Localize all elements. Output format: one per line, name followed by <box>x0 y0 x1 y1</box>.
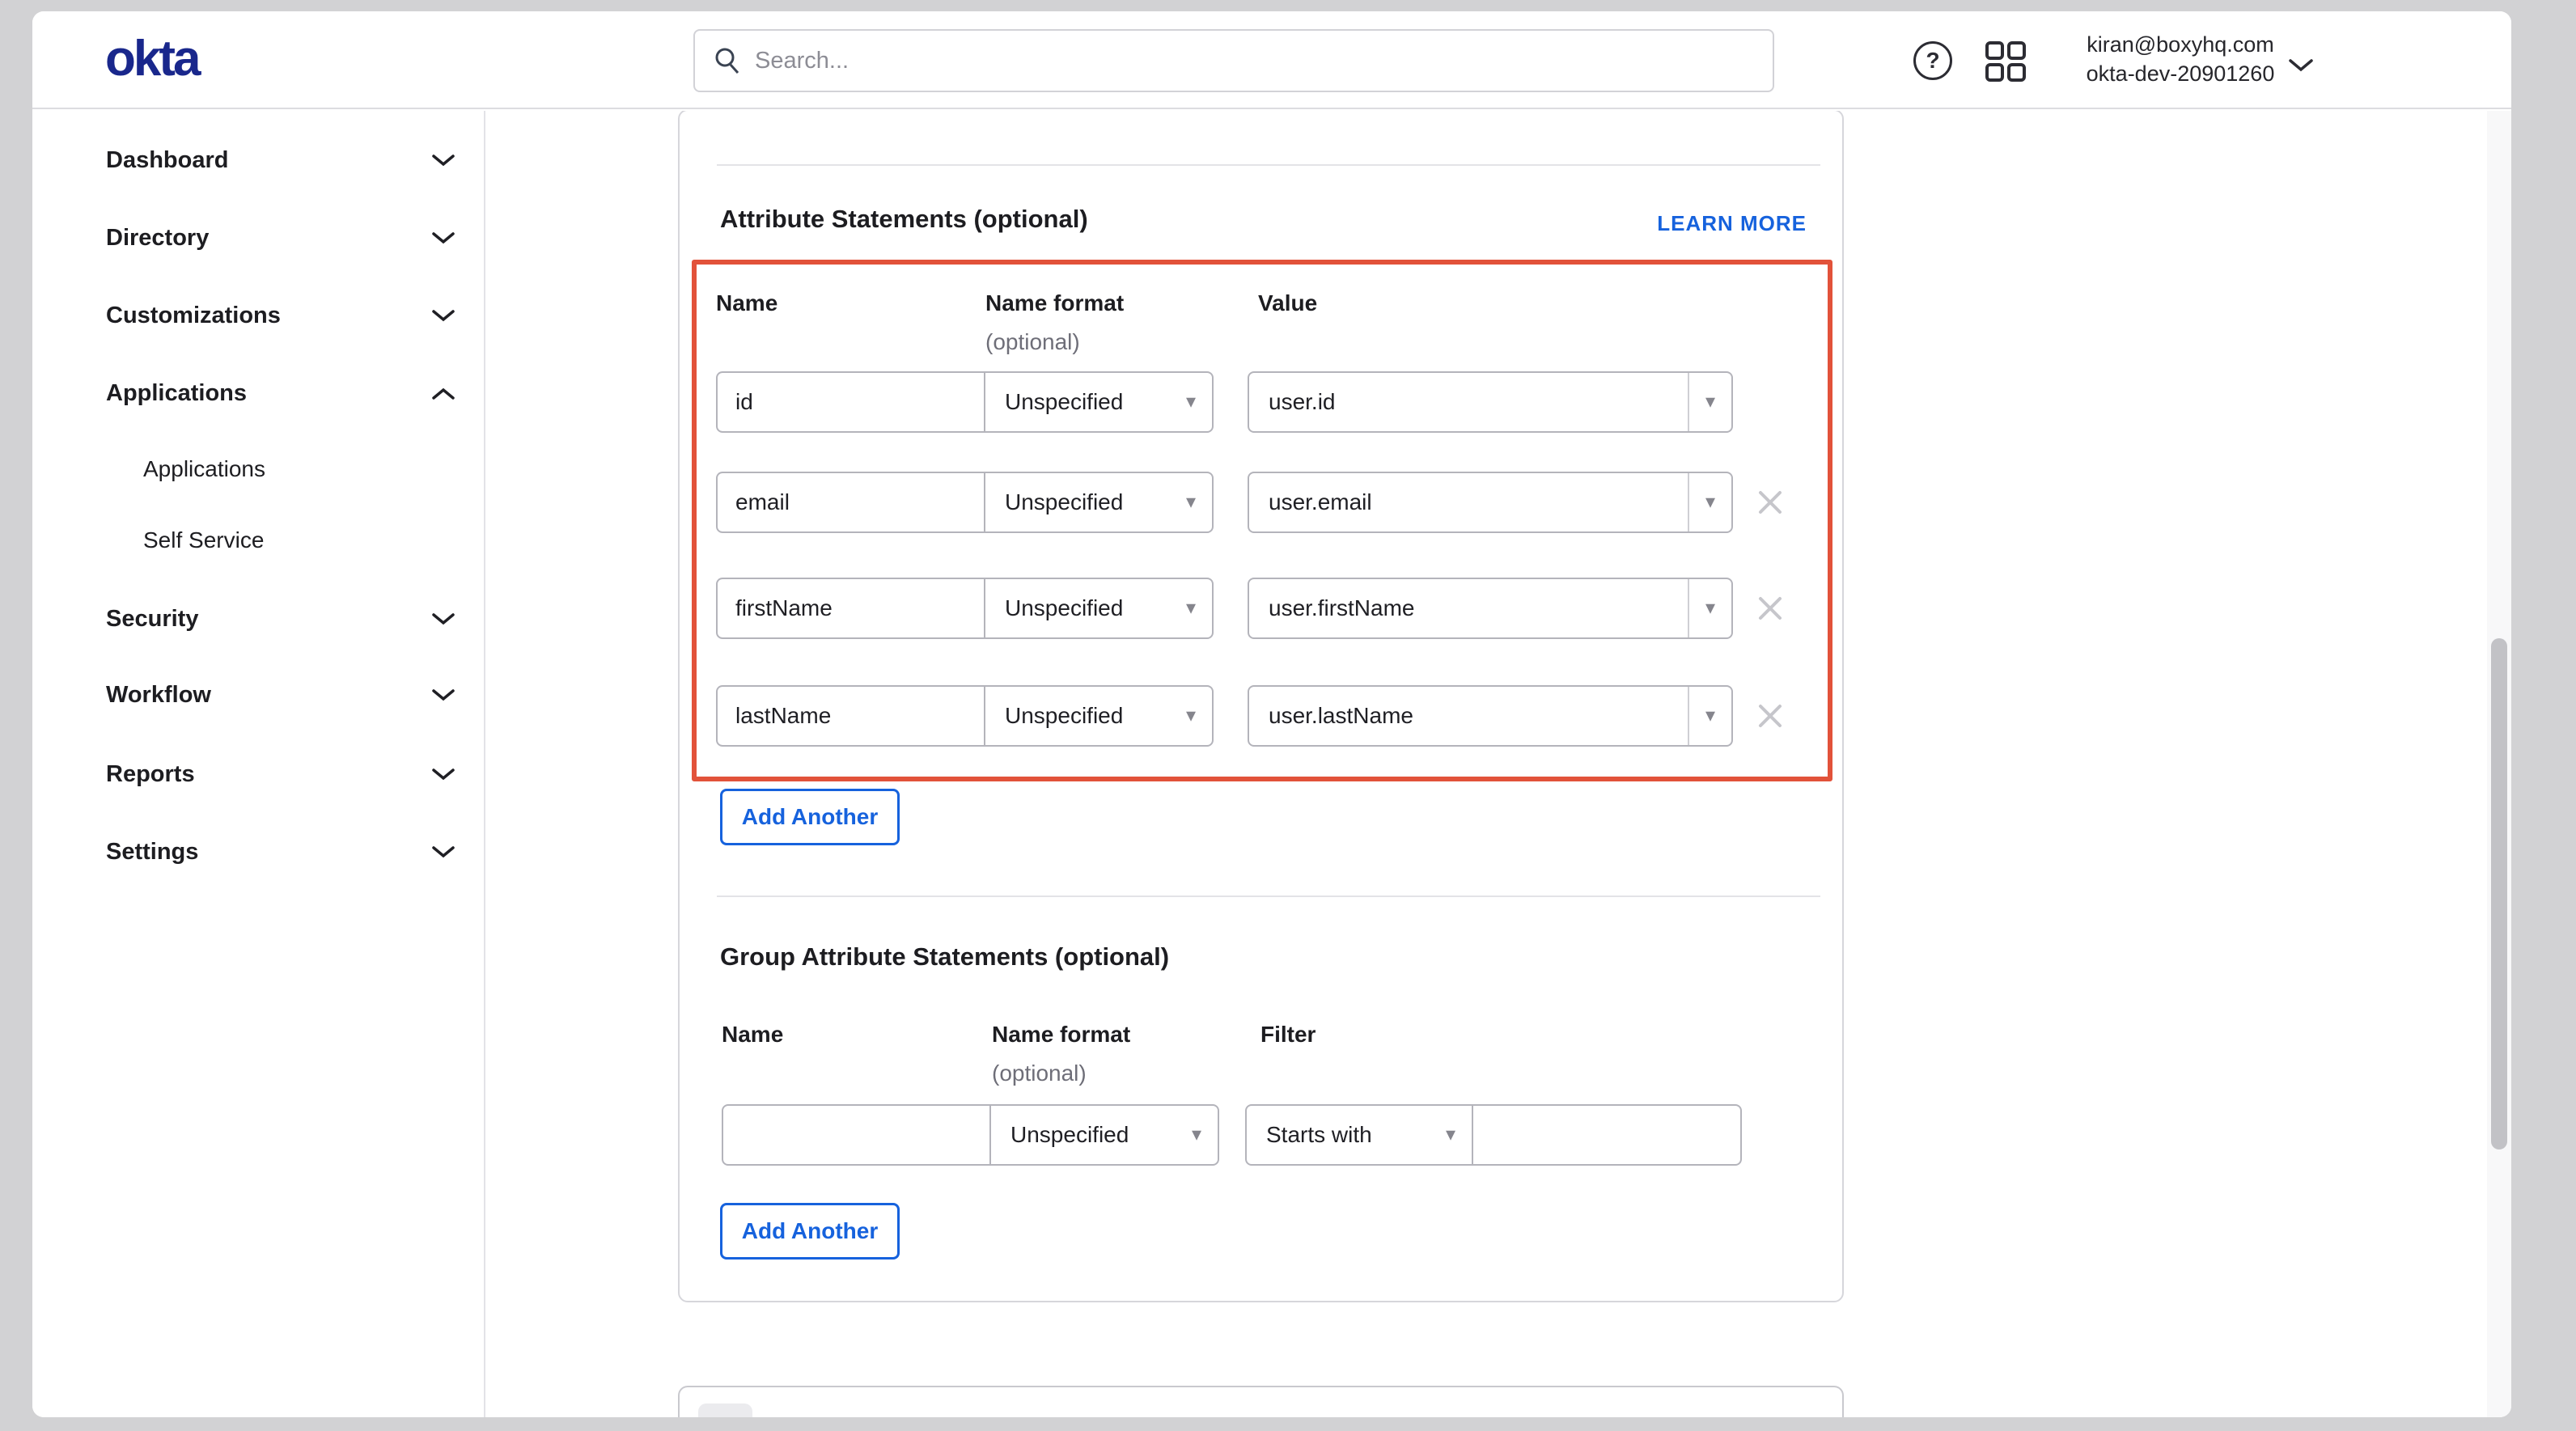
select-arrow-icon: ▾ <box>1186 392 1196 412</box>
select-arrow-icon: ▾ <box>1186 493 1196 512</box>
add-another-group-attribute-button[interactable]: Add Another <box>720 1203 900 1260</box>
chevron-down-icon <box>431 612 455 626</box>
column-header-name: Name <box>716 290 777 316</box>
help-glyph: ? <box>1926 48 1939 74</box>
okta-logo[interactable]: okta <box>105 34 198 84</box>
attr-value-input[interactable] <box>1249 579 1688 637</box>
attr-name-input[interactable] <box>716 472 985 533</box>
combobox-dropdown-button[interactable]: ▾ <box>1688 579 1731 637</box>
group-attribute-statements-title: Group Attribute Statements (optional) <box>720 942 1169 972</box>
attribute-row: Unspecified ▾ ▾ <box>716 371 1733 433</box>
sidebar-item-applications-sub[interactable]: Applications <box>143 451 455 488</box>
scrollbar-track[interactable] <box>2487 111 2511 1417</box>
attr-name-format-select[interactable]: Unspecified ▾ <box>984 578 1214 639</box>
desktop-background: { "topbar": { "logo_text": "okta", "sear… <box>0 0 2576 1431</box>
account-org: okta-dev-20901260 <box>2049 59 2312 88</box>
group-attribute-row: Unspecified ▾ Starts with ▾ <box>722 1104 1742 1166</box>
remove-row-icon[interactable] <box>1754 592 1786 624</box>
attr-value-combobox[interactable]: ▾ <box>1248 472 1733 533</box>
main-content: Attribute Statements (optional) LEARN MO… <box>487 111 2511 1417</box>
learn-more-link[interactable]: LEARN MORE <box>1657 211 1807 236</box>
next-section-panel <box>678 1386 1844 1417</box>
group-filter-value-input[interactable] <box>1472 1104 1742 1166</box>
attr-name-input[interactable] <box>716 685 985 747</box>
select-arrow-icon: ▾ <box>1186 706 1196 726</box>
account-chevron-down-icon[interactable] <box>2288 58 2314 73</box>
attr-value-combobox[interactable]: ▾ <box>1248 371 1733 433</box>
attr-name-format-select[interactable]: Unspecified ▾ <box>984 472 1214 533</box>
section-divider <box>717 895 1820 897</box>
group-attr-name-input[interactable] <box>722 1104 991 1166</box>
topbar: okta ? kiran@boxyhq.com okta-dev <box>32 11 2511 109</box>
select-arrow-icon: ▾ <box>1705 599 1715 618</box>
combobox-dropdown-button[interactable]: ▾ <box>1688 473 1731 531</box>
chevron-down-icon <box>431 231 455 245</box>
chevron-down-icon <box>431 845 455 859</box>
column-header-name-format: Name format <box>992 1022 1130 1048</box>
attr-name-format-select[interactable]: Unspecified ▾ <box>984 685 1214 747</box>
attr-value-input[interactable] <box>1249 373 1688 431</box>
preview-placeholder <box>698 1403 752 1417</box>
attr-name-input[interactable] <box>716 578 985 639</box>
sidebar-nav: Dashboard Directory Customizations Appli… <box>32 111 485 1417</box>
sidebar-item-security[interactable]: Security <box>106 599 455 638</box>
sidebar-item-reports[interactable]: Reports <box>106 755 455 794</box>
sidebar-item-settings[interactable]: Settings <box>106 832 455 871</box>
attribute-row: Unspecified ▾ ▾ <box>716 685 1786 747</box>
column-header-name-format: Name format <box>985 290 1124 316</box>
select-arrow-icon: ▾ <box>1705 706 1715 726</box>
select-arrow-icon: ▾ <box>1192 1125 1201 1145</box>
combobox-dropdown-button[interactable]: ▾ <box>1688 373 1731 431</box>
remove-row-icon[interactable] <box>1754 700 1786 732</box>
sidebar-item-self-service[interactable]: Self Service <box>143 522 455 559</box>
chevron-down-icon <box>431 309 455 323</box>
chevron-up-icon <box>431 387 455 400</box>
account-menu[interactable]: kiran@boxyhq.com okta-dev-20901260 <box>2049 30 2312 88</box>
sidebar-item-directory[interactable]: Directory <box>106 218 455 257</box>
sidebar-item-workflow[interactable]: Workflow <box>106 675 455 714</box>
attr-value-input[interactable] <box>1249 473 1688 531</box>
group-attr-name-format-select[interactable]: Unspecified ▾ <box>989 1104 1219 1166</box>
global-search[interactable] <box>693 29 1774 92</box>
attr-value-input[interactable] <box>1249 687 1688 745</box>
select-arrow-icon: ▾ <box>1705 493 1715 512</box>
column-header-value: Value <box>1258 290 1317 316</box>
column-note-optional: (optional) <box>985 329 1080 355</box>
section-divider <box>717 164 1820 166</box>
column-header-name: Name <box>722 1022 783 1048</box>
attribute-row: Unspecified ▾ ▾ <box>716 472 1786 533</box>
attribute-row: Unspecified ▾ ▾ <box>716 578 1786 639</box>
search-input[interactable] <box>755 48 1755 74</box>
attr-value-combobox[interactable]: ▾ <box>1248 685 1733 747</box>
attr-value-combobox[interactable]: ▾ <box>1248 578 1733 639</box>
search-icon <box>713 46 742 75</box>
account-email: kiran@boxyhq.com <box>2049 30 2312 59</box>
sidebar-item-customizations[interactable]: Customizations <box>106 296 455 335</box>
attribute-statements-highlight-box: Name Name format (optional) Value Unspec… <box>692 260 1832 781</box>
chevron-down-icon <box>431 688 455 702</box>
attribute-statements-title: Attribute Statements (optional) <box>720 205 1088 234</box>
column-header-filter: Filter <box>1260 1022 1316 1048</box>
select-arrow-icon: ▾ <box>1186 599 1196 618</box>
chevron-down-icon <box>431 768 455 781</box>
remove-row-icon[interactable] <box>1754 486 1786 519</box>
sidebar-item-applications[interactable]: Applications <box>106 374 455 413</box>
attr-name-format-select[interactable]: Unspecified ▾ <box>984 371 1214 433</box>
app-switcher-icon[interactable] <box>1985 40 2027 83</box>
scrollbar-thumb[interactable] <box>2491 638 2507 1149</box>
select-arrow-icon: ▾ <box>1446 1125 1455 1145</box>
saml-settings-panel: Attribute Statements (optional) LEARN MO… <box>678 111 1844 1302</box>
combobox-dropdown-button[interactable]: ▾ <box>1688 687 1731 745</box>
select-arrow-icon: ▾ <box>1705 392 1715 412</box>
sidebar-item-dashboard[interactable]: Dashboard <box>106 141 455 180</box>
column-note-optional: (optional) <box>992 1061 1087 1086</box>
help-icon[interactable]: ? <box>1913 41 1952 80</box>
add-another-attribute-button[interactable]: Add Another <box>720 789 900 845</box>
okta-admin-window: okta ? kiran@boxyhq.com okta-dev <box>32 11 2511 1417</box>
group-filter-type-select[interactable]: Starts with ▾ <box>1245 1104 1473 1166</box>
attr-name-input[interactable] <box>716 371 985 433</box>
chevron-down-icon <box>431 154 455 167</box>
